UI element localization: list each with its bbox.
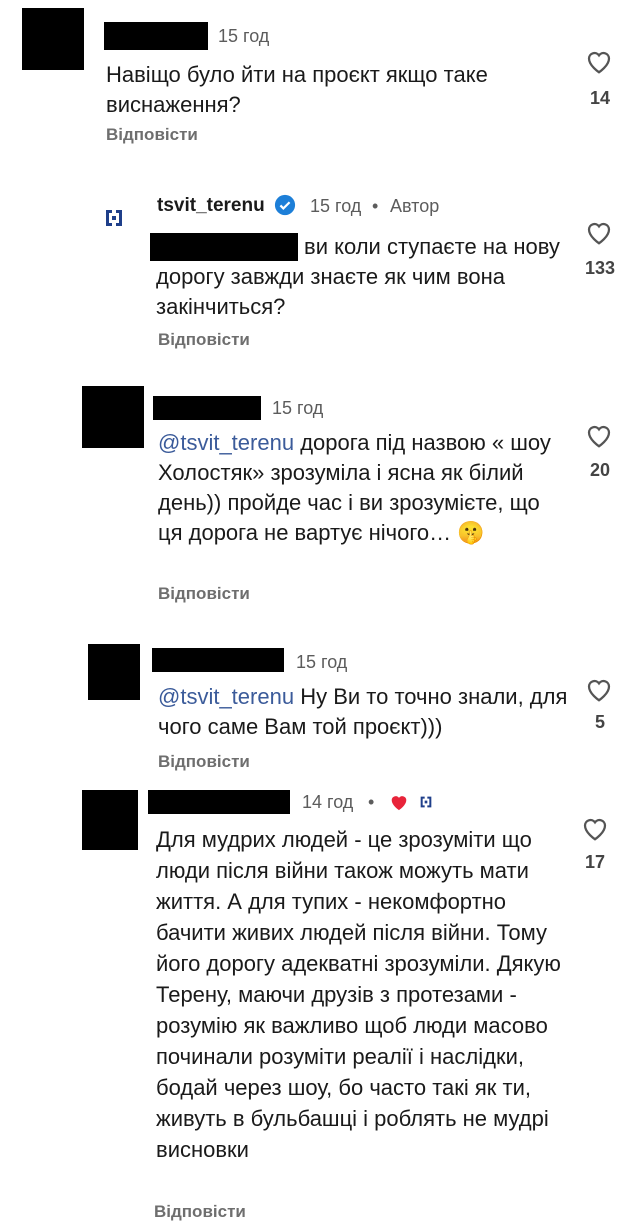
avatar-redacted [82,386,144,448]
comment-text: Навіщо було йти на проєкт якщо таке висн… [106,62,488,117]
reply-button[interactable]: Відповісти [106,125,198,145]
reply-button[interactable]: Відповісти [158,330,250,350]
heart-icon[interactable] [584,421,614,449]
author-separator: • [372,196,379,216]
mention-link[interactable]: @tsvit_terenu [158,430,294,455]
liked-by-author-heart-icon [391,796,407,811]
comment-text: @tsvit_terenu Ну Ви то точно знали, для … [158,684,568,739]
comment-time: 14 год [302,792,354,812]
like-count: 133 [584,258,616,278]
heart-icon[interactable] [584,675,614,703]
username-redacted [104,22,208,50]
like-count: 14 [589,88,611,108]
author-avatar-logo-icon [106,210,122,226]
like-count: 20 [589,460,611,480]
comment-time: 15 год [310,196,362,216]
avatar-redacted [82,790,138,850]
reply-button[interactable]: Відповісти [154,1202,246,1222]
comment-text: ви коли ступаєте на нову дорогу завжди з… [156,234,560,319]
heart-icon[interactable] [584,218,614,246]
like-count: 17 [584,852,606,872]
author-mini-avatar-icon [420,796,432,808]
comment-time: 15 год [218,26,270,46]
comment-time: 15 год [272,398,324,418]
like-count: 5 [594,712,605,732]
mention-link[interactable]: @tsvit_terenu [158,684,294,709]
avatar-redacted [88,644,140,700]
heart-icon[interactable] [580,814,610,842]
username-redacted [152,648,284,672]
comment-text: Для мудрих людей - це зрозуміти що люди … [156,827,561,1162]
time-separator: • [368,792,375,812]
author-username[interactable]: tsvit_terenu [157,195,265,217]
verified-badge-icon [274,194,296,216]
username-redacted [148,790,290,814]
author-badge: Автор [390,196,440,216]
heart-icon[interactable] [584,47,614,75]
comment-time: 15 год [296,652,348,672]
comment-text: @tsvit_terenu дорога під назвою « шоу Хо… [158,430,551,545]
avatar-redacted [22,8,84,70]
username-redacted [153,396,261,420]
reply-button[interactable]: Відповісти [158,584,250,604]
reply-button[interactable]: Відповісти [158,752,250,772]
